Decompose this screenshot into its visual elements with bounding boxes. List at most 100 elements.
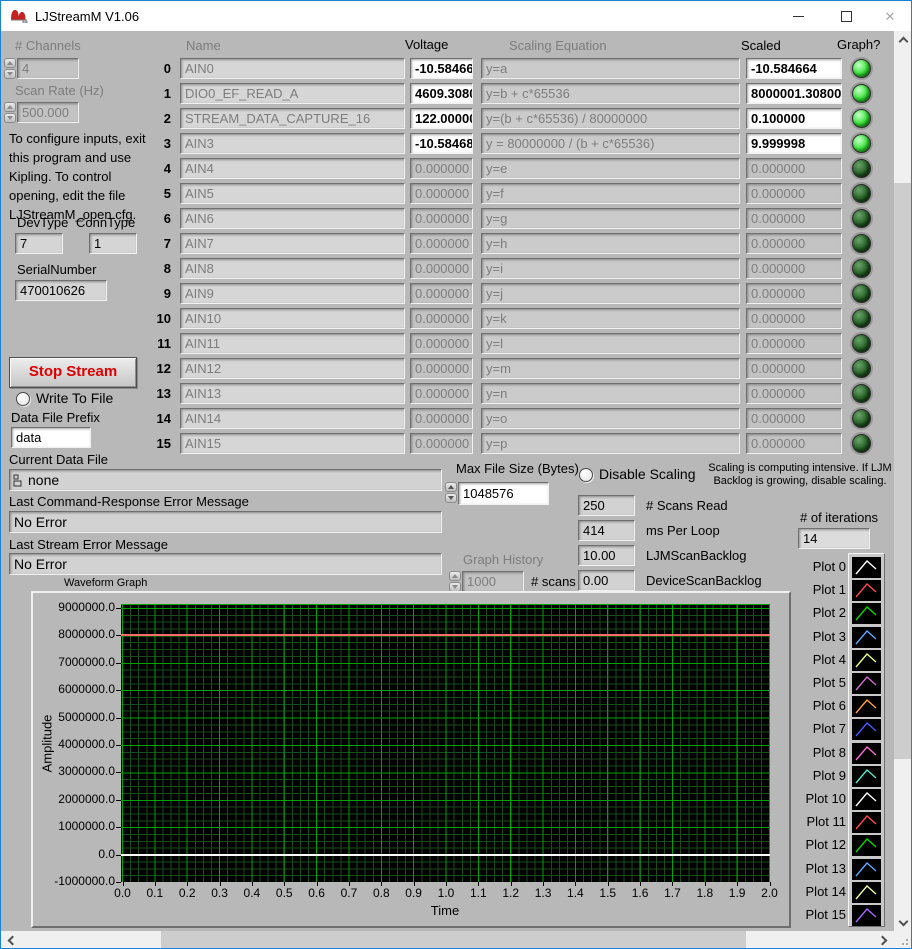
row-index: 14 — [156, 411, 171, 426]
graph-led-icon[interactable] — [852, 234, 871, 253]
equation-field: y=j — [481, 283, 740, 304]
voltage-field: 0.000000 — [410, 208, 473, 229]
graph-led-icon[interactable] — [852, 409, 871, 428]
channel-name-field[interactable]: DIO0_EF_READ_A — [180, 83, 405, 104]
legend-label[interactable]: Plot 10 — [798, 791, 846, 806]
x-tick-mark — [607, 882, 609, 886]
resize-grip[interactable] — [894, 931, 911, 948]
legend-swatch[interactable] — [852, 742, 881, 764]
graph-led-icon[interactable] — [852, 309, 871, 328]
scaled-field: 0.000000 — [746, 333, 842, 354]
equation-field[interactable]: y=b + c*65536 — [481, 83, 740, 104]
scroll-left-button[interactable] — [3, 932, 21, 948]
legend-swatch[interactable] — [852, 603, 881, 625]
conntype-field[interactable]: 1 — [89, 233, 137, 254]
legend-swatch[interactable] — [852, 696, 881, 718]
serialnumber-field[interactable]: 470010626 — [15, 280, 107, 301]
legend-swatch[interactable] — [852, 789, 881, 810]
scroll-down-button[interactable] — [894, 913, 911, 929]
voltage-field: 0.000000 — [410, 258, 473, 279]
graph-led-icon[interactable] — [852, 109, 871, 128]
table-row: 2 STREAM_DATA_CAPTURE_16 122.00000 y=(b + c… — [141, 108, 881, 133]
legend-swatch[interactable] — [852, 719, 881, 741]
spin-down-icon[interactable] — [445, 493, 457, 503]
legend-swatch[interactable] — [852, 835, 881, 857]
graph-led-icon[interactable] — [852, 334, 871, 353]
minimize-button[interactable] — [775, 1, 821, 31]
disable-scaling-radio[interactable] — [579, 468, 593, 482]
close-button[interactable]: ✕ — [867, 1, 911, 31]
legend-label[interactable]: Plot 3 — [798, 629, 846, 644]
scaled-field: 0.000000 — [746, 158, 842, 179]
legend-label[interactable]: Plot 7 — [798, 721, 846, 736]
legend-swatch[interactable] — [852, 858, 881, 880]
legend-label[interactable]: Plot 15 — [798, 907, 846, 922]
write-to-file-radio[interactable] — [16, 392, 30, 406]
legend-label[interactable]: Plot 2 — [798, 605, 846, 620]
legend-swatch[interactable] — [852, 626, 881, 648]
maximize-button[interactable] — [823, 1, 869, 31]
header-name: Name — [186, 38, 221, 53]
legend-swatch[interactable] — [852, 557, 881, 578]
devtype-field[interactable]: 7 — [15, 233, 63, 254]
stream-error-label: Last Stream Error Message — [9, 537, 168, 552]
legend-label[interactable]: Plot 9 — [798, 768, 846, 783]
equation-field[interactable]: y=a — [481, 58, 740, 79]
legend-label[interactable]: Plot 8 — [798, 745, 846, 760]
table-row: 13 AIN13 0.000000 y=n 0.000000 — [141, 383, 881, 408]
graph-led-icon[interactable] — [852, 59, 871, 78]
legend-label[interactable]: Plot 1 — [798, 582, 846, 597]
graph-led-icon[interactable] — [852, 84, 871, 103]
channel-name-field[interactable]: STREAM_DATA_CAPTURE_16 — [180, 108, 405, 129]
graph-led-icon[interactable] — [852, 134, 871, 153]
legend-label[interactable]: Plot 5 — [798, 675, 846, 690]
equation-field[interactable]: y = 80000000 / (b + c*65536) — [481, 133, 740, 154]
channel-name-field: AIN10 — [180, 308, 405, 329]
x-tick-label: 0.2 — [178, 886, 196, 900]
legend-swatch[interactable] — [852, 881, 881, 903]
stop-stream-button[interactable]: Stop Stream — [9, 357, 137, 388]
titlebar: LJStreamM V1.06 ✕ — [1, 1, 911, 31]
graph-led-icon[interactable] — [852, 184, 871, 203]
graph-led-icon[interactable] — [852, 434, 871, 453]
vertical-scrollbar-thumb[interactable] — [894, 183, 911, 759]
legend-swatch[interactable] — [852, 905, 881, 926]
legend-label[interactable]: Plot 11 — [798, 814, 846, 829]
x-tick-label: 1.2 — [502, 886, 520, 900]
graph-led-icon[interactable] — [852, 384, 871, 403]
legend-label[interactable]: Plot 12 — [798, 837, 846, 852]
graph-led-icon[interactable] — [852, 359, 871, 378]
equation-field[interactable]: y=(b + c*65536) / 80000000 — [481, 108, 740, 129]
legend-label[interactable]: Plot 0 — [798, 559, 846, 574]
x-tick-mark — [737, 882, 739, 886]
max-file-size-field[interactable]: 1048576 — [458, 482, 549, 505]
legend-swatch[interactable] — [852, 649, 881, 671]
legend-swatch[interactable] — [852, 673, 881, 694]
channel-name-field[interactable]: AIN0 — [180, 58, 405, 79]
scroll-up-button[interactable] — [894, 33, 911, 49]
channels-spinner — [4, 58, 16, 80]
legend-swatch[interactable] — [852, 765, 881, 787]
spin-up-icon[interactable] — [445, 482, 457, 492]
max-file-size-spinner[interactable] — [445, 482, 457, 504]
legend-label[interactable]: Plot 13 — [798, 861, 846, 876]
scaled-field: 0.000000 — [746, 358, 842, 379]
legend-swatch[interactable] — [852, 580, 881, 602]
header-voltage: Voltage — [405, 37, 449, 52]
legend-label[interactable]: Plot 4 — [798, 652, 846, 667]
row-index: 12 — [156, 361, 171, 376]
max-file-size-label: Max File Size (Bytes) — [456, 461, 579, 476]
legend-swatch[interactable] — [852, 812, 881, 834]
graph-led-icon[interactable] — [852, 209, 871, 228]
legend-label[interactable]: Plot 14 — [798, 884, 846, 899]
channel-name-field[interactable]: AIN3 — [180, 133, 405, 154]
table-row: 3 AIN3 -10.58468 y = 80000000 / (b + c*6553… — [141, 133, 881, 158]
graph-led-icon[interactable] — [852, 159, 871, 178]
scroll-right-button[interactable] — [873, 932, 891, 948]
graph-led-icon[interactable] — [852, 284, 871, 303]
channel-name-field: AIN12 — [180, 358, 405, 379]
legend-label[interactable]: Plot 6 — [798, 698, 846, 713]
data-file-prefix-input[interactable]: data — [11, 427, 91, 448]
graph-led-icon[interactable] — [852, 259, 871, 278]
horizontal-scrollbar-thumb[interactable] — [161, 931, 746, 948]
